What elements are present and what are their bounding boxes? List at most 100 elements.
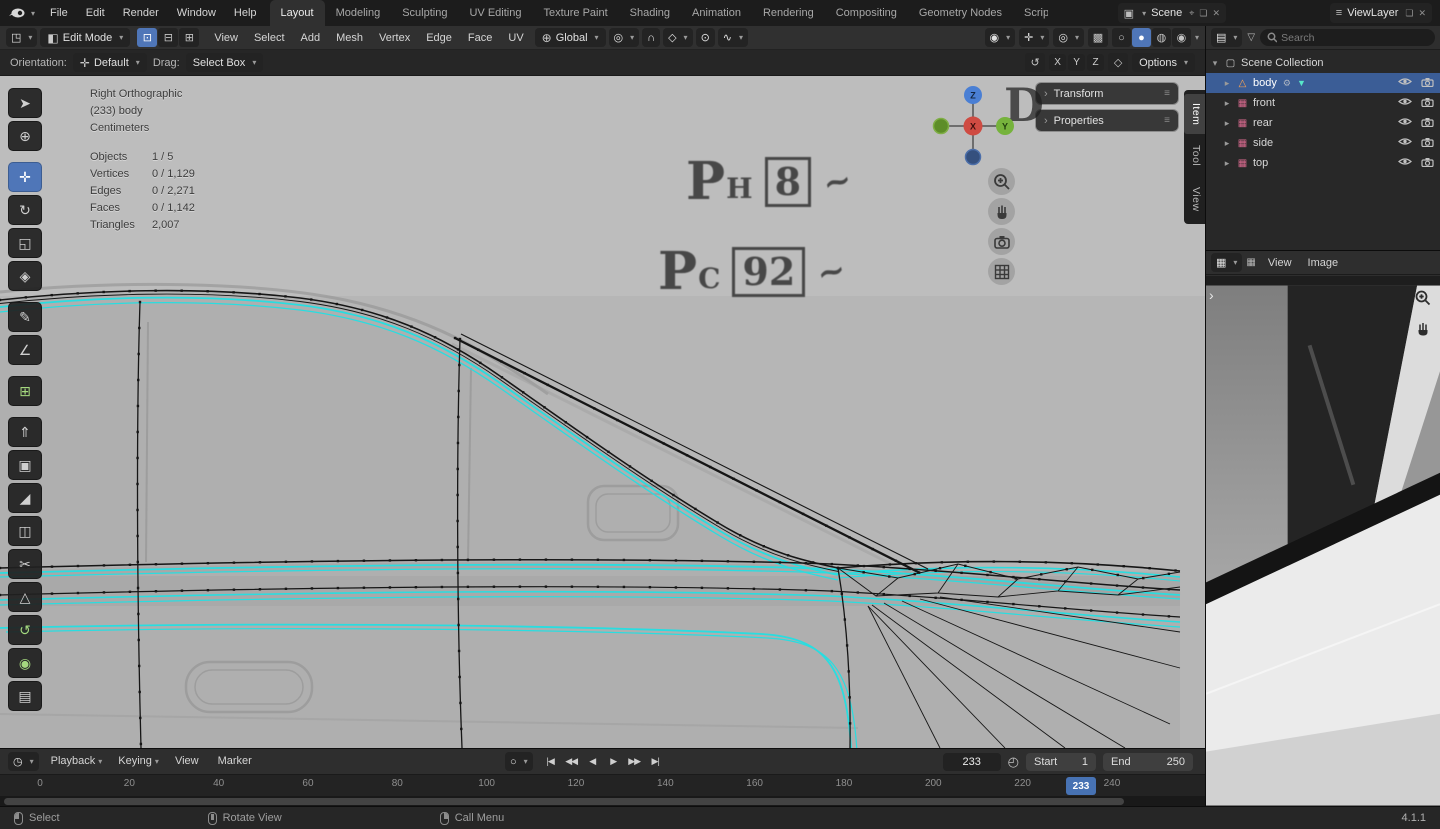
editor-type-button[interactable]: ▦▾ xyxy=(1211,253,1242,272)
play-button[interactable]: ▶ xyxy=(604,753,623,771)
sidebar-panel-header[interactable]: › Transform ≡ xyxy=(1036,83,1178,104)
transform-orientation-selector[interactable]: ⊕Global▾ xyxy=(535,28,606,47)
expand-icon[interactable]: ▸ xyxy=(1222,158,1232,169)
close-icon[interactable]: ✕ xyxy=(1212,8,1220,19)
xray-toggle[interactable]: ▩ xyxy=(1088,28,1108,47)
solid-shading-button[interactable]: ● xyxy=(1132,28,1151,47)
workspace-tab[interactable]: Sculpting xyxy=(391,0,458,26)
viewport-menu[interactable]: Edge xyxy=(418,26,460,50)
pivot-point-selector[interactable]: ◎▾ xyxy=(609,28,640,47)
image-editor-menu[interactable]: Image xyxy=(1300,251,1347,275)
workspace-tab[interactable]: Geometry Nodes xyxy=(908,0,1013,26)
body[interactable]: ▸ △ ▦ body ⚙ ▼ xyxy=(1206,73,1440,93)
view-mode-icon[interactable]: ▦ xyxy=(1246,257,1255,268)
workspace-tab[interactable]: Texture Paint xyxy=(532,0,618,26)
workspace-tab[interactable]: UV Editing xyxy=(458,0,532,26)
zoom-button[interactable] xyxy=(988,168,1015,195)
tweak-tool[interactable]: ➤ xyxy=(8,88,42,118)
perspective-toggle-button[interactable] xyxy=(988,258,1015,285)
region-expand-icon[interactable]: › xyxy=(1209,287,1214,303)
filter-icon[interactable]: ▽ xyxy=(1247,32,1255,43)
move-tool[interactable]: ✛ xyxy=(8,162,42,192)
topbar-menu[interactable]: Render xyxy=(114,0,168,26)
viewlayer-selector[interactable]: ≡ ViewLayer ❏ ✕ xyxy=(1330,3,1432,23)
timeline-playhead[interactable]: 233 xyxy=(1066,777,1096,795)
close-icon[interactable]: ✕ xyxy=(1418,8,1426,19)
rotate-tool[interactable]: ↻ xyxy=(8,195,42,225)
collapse-icon[interactable]: ▾ xyxy=(1210,58,1220,69)
viewport-menu[interactable]: Face xyxy=(460,26,500,50)
jump-to-end-button[interactable]: ▶| xyxy=(646,753,665,771)
viewport-menu[interactable]: UV xyxy=(500,26,531,50)
editor-type-button[interactable]: ◳▾ xyxy=(6,28,37,47)
viewport-3d[interactable]: PH8~ PC92~ D ➤⊕✛↻◱◈✎∠⊞⇑▣◢◫✂△↺◉▤ Right Or… xyxy=(0,76,1205,748)
mesh-data-icon[interactable]: ▼ xyxy=(1297,78,1306,88)
pan-icon[interactable] xyxy=(1414,320,1432,341)
face-select-button[interactable]: ⊞ xyxy=(179,28,199,47)
annotate-tool[interactable]: ✎ xyxy=(8,302,42,332)
topbar-menu[interactable]: Window xyxy=(168,0,225,26)
disable-in-renders-toggle[interactable] xyxy=(1421,77,1434,90)
sidebar-tab[interactable]: View xyxy=(1184,178,1205,221)
outliner-search[interactable] xyxy=(1260,29,1435,46)
end-frame-field[interactable]: End250 xyxy=(1103,753,1193,771)
pin-icon[interactable]: ⌖ xyxy=(1189,8,1194,19)
side[interactable]: ▸ △ ▦ side ⚙ ▼ xyxy=(1206,133,1440,153)
rear[interactable]: ▸ △ ▦ rear ⚙ ▼ xyxy=(1206,113,1440,133)
navigation-gizmo[interactable]: Z X Y xyxy=(930,84,1016,173)
topbar-menu[interactable]: File xyxy=(41,0,77,26)
prev-keyframe-button[interactable]: ◀◀ xyxy=(562,753,581,771)
object-visibility-dropdown[interactable]: ◉▾ xyxy=(985,28,1016,47)
mode-selector[interactable]: ◧Edit Mode▾ xyxy=(40,28,130,47)
extrude-tool[interactable]: ⇑ xyxy=(8,417,42,447)
proportional-falloff-dropdown[interactable]: ∿▾ xyxy=(718,28,748,47)
viewport-menu[interactable]: Select xyxy=(246,26,293,50)
edge-slide-tool[interactable]: ▤ xyxy=(8,681,42,711)
front[interactable]: ▸ △ ▦ front ⚙ ▼ xyxy=(1206,93,1440,113)
start-frame-field[interactable]: Start1 xyxy=(1026,753,1096,771)
zoom-icon[interactable] xyxy=(1414,289,1432,310)
scene-selector[interactable]: ▣ ▾ Scene ⌖ ❏ ✕ xyxy=(1118,3,1226,23)
expand-icon[interactable]: ▸ xyxy=(1222,118,1232,129)
edge-select-button[interactable]: ⊟ xyxy=(158,28,178,47)
disable-in-renders-toggle[interactable] xyxy=(1421,157,1434,170)
hide-in-viewport-toggle[interactable] xyxy=(1398,97,1412,109)
modifier-icon[interactable]: ⚙ xyxy=(1283,78,1291,89)
top[interactable]: ▸ △ ▦ top ⚙ ▼ xyxy=(1206,153,1440,173)
workspace-tab[interactable]: Scripting xyxy=(1013,0,1048,26)
axis-toggle[interactable]: Y xyxy=(1068,54,1085,71)
disable-in-renders-toggle[interactable] xyxy=(1421,117,1434,130)
axis-toggle[interactable]: Z xyxy=(1087,54,1104,71)
camera-view-button[interactable] xyxy=(988,228,1015,255)
topbar-menu[interactable]: Edit xyxy=(77,0,114,26)
viewport-menu[interactable]: View xyxy=(206,26,246,50)
image-editor-menu[interactable]: View xyxy=(1260,251,1300,275)
vertex-select-button[interactable]: ⊡ xyxy=(137,28,157,47)
scene-collection-row[interactable]: ▾ ▢ Scene Collection xyxy=(1206,53,1440,73)
image-view[interactable]: › xyxy=(1206,275,1440,806)
gizmos-dropdown[interactable]: ✛▾ xyxy=(1019,28,1049,47)
current-frame-field[interactable]: 233 xyxy=(943,753,1001,771)
workspace-tab[interactable]: Animation xyxy=(681,0,752,26)
sidebar-panel-header[interactable]: › Properties ≡ xyxy=(1036,110,1178,131)
mirror-icon[interactable]: ↺ xyxy=(1025,53,1045,72)
timeline-menu[interactable]: View xyxy=(167,749,210,774)
timeline-ruler[interactable]: 020406080100120140160180200220240 233 xyxy=(0,774,1205,796)
viewport-menu[interactable]: Mesh xyxy=(328,26,371,50)
hide-in-viewport-toggle[interactable] xyxy=(1398,157,1412,169)
measure-tool[interactable]: ∠ xyxy=(8,335,42,365)
play-reverse-button[interactable]: ◀ xyxy=(583,753,602,771)
workspace-tab[interactable]: Layout xyxy=(270,0,325,26)
snap-settings-dropdown[interactable]: ◇▾ xyxy=(663,28,692,47)
bevel-tool[interactable]: ◢ xyxy=(8,483,42,513)
snap-base-icon[interactable]: ◇ xyxy=(1108,53,1128,72)
wireframe-shading-button[interactable]: ○ xyxy=(1112,28,1131,47)
expand-icon[interactable]: ▸ xyxy=(1222,78,1232,89)
options-dropdown[interactable]: Options▾ xyxy=(1132,53,1195,72)
overlays-dropdown[interactable]: ◎▾ xyxy=(1053,28,1084,47)
new-viewlayer-icon[interactable]: ❏ xyxy=(1405,8,1413,19)
blender-menu-button[interactable]: ▾ xyxy=(0,6,41,20)
axis-toggle[interactable]: X xyxy=(1049,54,1066,71)
sidebar-tab[interactable]: Item xyxy=(1184,94,1205,134)
smooth-tool[interactable]: ◉ xyxy=(8,648,42,678)
